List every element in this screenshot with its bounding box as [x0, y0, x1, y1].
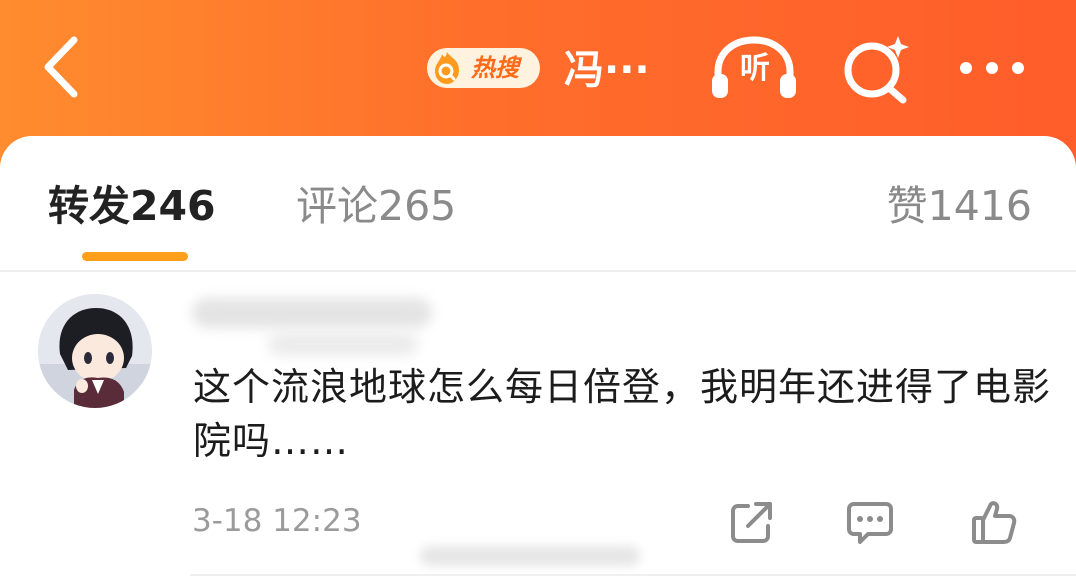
- active-tab-indicator: [82, 252, 188, 261]
- tab-comments-count: 265: [378, 182, 457, 230]
- share-button[interactable]: [728, 498, 776, 546]
- share-icon: [731, 502, 772, 543]
- page-title: 冯···: [564, 47, 650, 93]
- search-sparkle-icon: [844, 36, 909, 104]
- comment-timestamp: 3-18 12:23: [192, 503, 362, 539]
- more-button[interactable]: [956, 54, 1028, 82]
- hot-search-label: 热搜: [471, 54, 519, 82]
- tab-comments-label: 评论: [296, 182, 378, 230]
- back-button[interactable]: [34, 32, 94, 102]
- tab-comments[interactable]: 评论265: [296, 178, 456, 234]
- comment-icon: [847, 502, 893, 544]
- avatar-image: [38, 294, 152, 408]
- tab-likes-label: 赞: [886, 182, 928, 230]
- tab-reposts-count: 246: [130, 182, 216, 230]
- listen-button[interactable]: 听: [708, 36, 800, 102]
- avatar[interactable]: [38, 294, 152, 408]
- user-meta-redacted: [268, 332, 418, 356]
- search-flame-icon: [435, 52, 459, 84]
- like-icon: [972, 501, 1017, 544]
- more-dots-icon: [960, 62, 1024, 74]
- chevron-left-icon: [44, 36, 78, 98]
- like-button[interactable]: [970, 498, 1018, 546]
- tabs-divider: [0, 270, 1076, 272]
- username-redacted[interactable]: [192, 298, 432, 328]
- hot-search-pill[interactable]: 热搜: [427, 48, 540, 88]
- tab-likes-count: 1416: [927, 182, 1032, 230]
- tab-reposts[interactable]: 转发246: [48, 178, 216, 234]
- search-button[interactable]: [840, 34, 914, 104]
- next-item-redacted: [420, 546, 640, 566]
- tab-reposts-label: 转发: [48, 182, 130, 230]
- tab-likes[interactable]: 赞1416: [887, 178, 1032, 234]
- weibo-repost-screen: 热搜 冯··· 听 转发246 评论265 赞1416 这个流浪地球怎么每日倍登…: [0, 0, 1076, 586]
- comment-button[interactable]: [846, 498, 894, 546]
- listen-label: 听: [740, 51, 770, 86]
- comment-text: 这个流浪地球怎么每日倍登，我明年还进得了电影院吗……: [193, 365, 1052, 463]
- item-divider: [190, 574, 1076, 576]
